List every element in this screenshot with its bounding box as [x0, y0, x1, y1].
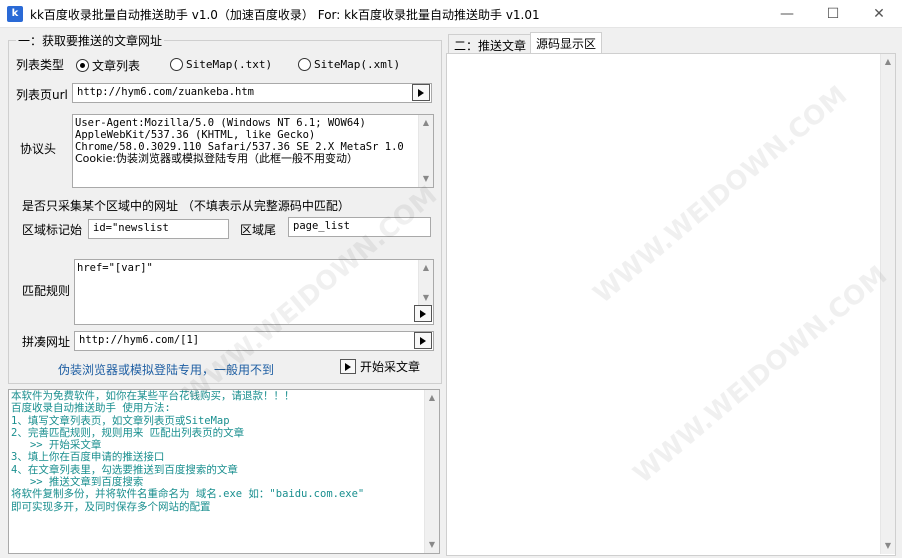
match-rule-value: href="[var]"	[77, 262, 153, 274]
scroll-up-icon[interactable]: ▲	[419, 260, 433, 276]
protocol-line: User-Agent:Mozilla/5.0 (Windows NT 6.1; …	[75, 117, 366, 129]
list-url-input[interactable]: http://hym6.com/zuankeba.htm	[72, 83, 432, 103]
play-icon	[340, 359, 356, 374]
source-scrollbar[interactable]: ▲ ▼	[880, 54, 895, 554]
concat-url-input[interactable]: http://hym6.com/[1]	[74, 331, 434, 351]
radio-sitemap-xml[interactable]: SiteMap(.xml)	[298, 57, 400, 71]
protocol-scrollbar[interactable]: ▲ ▼	[418, 115, 433, 187]
region-start-input[interactable]: id="newslist	[88, 219, 229, 239]
maximize-button[interactable]: ☐	[810, 0, 856, 28]
list-url-label: 列表页url	[16, 88, 68, 102]
log-scrollbar[interactable]: ▲ ▼	[424, 390, 439, 553]
match-rule-go-button[interactable]	[414, 305, 432, 322]
source-display-panel	[446, 53, 896, 556]
radio-button[interactable]	[170, 58, 183, 71]
scroll-up-icon[interactable]: ▲	[881, 54, 895, 70]
disguise-hint-text: 伪装浏览器或模拟登陆专用，一般用不到	[58, 363, 275, 377]
scroll-up-icon[interactable]: ▲	[419, 115, 433, 131]
log-line: 百度收录自动推送助手 使用方法:	[11, 402, 171, 415]
region-start-label: 区域标记始	[22, 223, 83, 237]
radio-button-selected[interactable]	[76, 59, 89, 72]
scroll-down-icon[interactable]: ▼	[419, 290, 433, 306]
window-title: kk百度收录批量自动推送助手 v1.0（加速百度收录） For: kk百度收录批…	[30, 8, 540, 22]
log-line: >> 推送文章到百度搜索	[11, 476, 144, 489]
start-collect-label: 开始采文章	[360, 360, 421, 374]
log-line: 2、完善匹配规则，规则用来 匹配出列表页的文章	[11, 426, 245, 439]
radio-article-list[interactable]: 文章列表	[76, 57, 140, 74]
play-icon	[420, 309, 426, 318]
protocol-header-textarea[interactable]: User-Agent:Mozilla/5.0 (Windows NT 6.1; …	[72, 114, 434, 188]
protocol-header-label: 协议头	[20, 142, 57, 156]
radio-button[interactable]	[298, 58, 311, 71]
title-bar: k kk百度收录批量自动推送助手 v1.0（加速百度收录） For: kk百度收…	[0, 0, 902, 28]
log-line: 即可实现多开，及同时保存多个网站的配置	[11, 500, 211, 513]
tab-source-display[interactable]: 源码显示区	[530, 32, 603, 54]
log-line: 3、填上你在百度申请的推送接口	[11, 451, 165, 464]
play-icon	[418, 88, 424, 97]
match-rule-textarea[interactable]: href="[var]"	[74, 259, 434, 325]
play-icon	[420, 336, 426, 345]
list-url-go-button[interactable]	[412, 84, 430, 101]
log-line: 1、填写文章列表页，如文章列表页或SiteMap	[11, 414, 230, 427]
region-end-label: 区域尾	[240, 223, 277, 237]
app-icon: k	[7, 6, 23, 22]
minimize-button[interactable]: —	[764, 0, 810, 28]
concat-url-label: 拼凑网址	[22, 335, 71, 349]
close-button[interactable]: ✕	[856, 0, 902, 28]
match-rule-label: 匹配规则	[22, 284, 71, 298]
region-question-text: 是否只采集某个区域中的网址 （不填表示从完整源码中匹配）	[22, 199, 350, 213]
start-collect-button[interactable]: 开始采文章	[340, 358, 420, 375]
scroll-up-icon[interactable]: ▲	[425, 390, 439, 406]
scroll-down-icon[interactable]: ▼	[419, 171, 433, 187]
region-end-input[interactable]: page_list	[288, 217, 431, 237]
list-type-label: 列表类型	[16, 58, 65, 72]
match-rule-scrollbar[interactable]: ▲ ▼	[418, 260, 433, 306]
log-textarea[interactable]: 本软件为免费软件，如你在某些平台花钱购买，请退款！！！ 百度收录自动推送助手 使…	[8, 389, 440, 554]
log-line: 4、在文章列表里，勾选要推送到百度搜索的文章	[11, 463, 238, 476]
concat-url-go-button[interactable]	[414, 332, 432, 349]
log-line: >> 开始采文章	[11, 439, 102, 452]
log-line: 本软件为免费软件，如你在某些平台花钱购买，请退款！！！	[11, 390, 295, 402]
log-line: 将软件复制多份，并将软件名重命名为 域名.exe 如："baidu.com.ex…	[11, 488, 365, 501]
protocol-line: Cookie:伪装浏览器或模拟登陆专用（此框一般不用变动）	[75, 152, 359, 165]
scroll-down-icon[interactable]: ▼	[425, 537, 439, 553]
tab-push-articles[interactable]: 二：推送文章	[448, 34, 533, 54]
radio-sitemap-txt[interactable]: SiteMap(.txt)	[170, 57, 272, 71]
scroll-down-icon[interactable]: ▼	[881, 538, 895, 554]
protocol-line: AppleWebKit/537.36 (KHTML, like Gecko)	[75, 129, 316, 141]
fetch-urls-group-title: 一：获取要推送的文章网址	[16, 32, 165, 49]
